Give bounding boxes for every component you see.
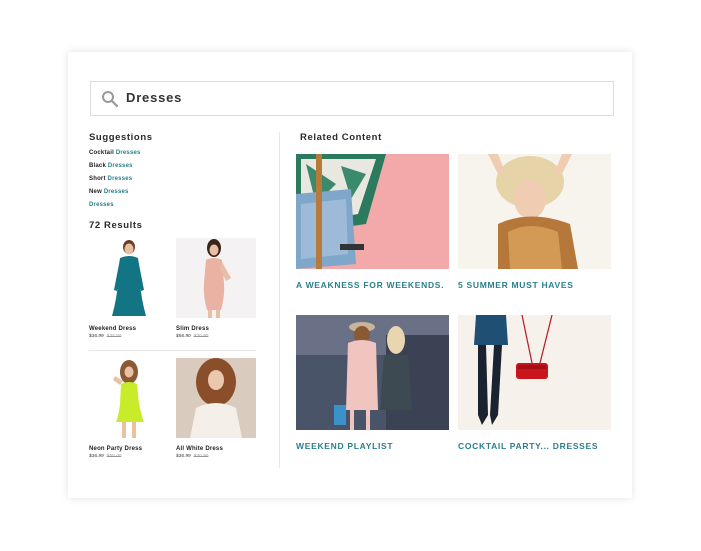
related-tile-caption[interactable]: A WEAKNESS FOR WEEKENDS. [296,280,449,290]
results-count: 72 Results [89,220,143,231]
product-image-all-white-dress[interactable] [176,358,256,438]
related-tile-caption[interactable]: COCKTAIL PARTY... DRESSES [458,441,611,451]
related-content-heading: Related Content [300,132,382,143]
related-tile[interactable]: 5 SUMMER MUST HAVES [458,154,611,290]
product-price: $36.99 $55.00 [89,454,122,459]
product-card[interactable]: All White Dress $36.99 $30.90 [176,358,256,459]
suggestion-item[interactable]: Black Dresses [89,163,133,169]
related-tile-caption[interactable]: 5 SUMMER MUST HAVES [458,280,611,290]
related-tile-image[interactable] [296,154,449,269]
product-price: $56.90 $30.90 [176,334,209,339]
product-price: $36.99 $35.50 [89,334,122,339]
product-name[interactable]: Slim Dress [176,326,256,332]
related-tile-image[interactable] [296,315,449,430]
product-card[interactable]: Weekend Dress $36.99 $35.50 [89,238,169,339]
product-card[interactable]: Neon Party Dress $36.99 $55.00 [89,358,169,459]
related-tile[interactable]: COCKTAIL PARTY... DRESSES [458,315,611,451]
results-divider [89,350,256,351]
product-name[interactable]: Weekend Dress [89,326,169,332]
product-image-weekend-dress[interactable] [89,238,169,318]
related-tile[interactable]: A WEAKNESS FOR WEEKENDS. [296,154,449,290]
search-bar[interactable]: Dresses [90,81,614,116]
product-name[interactable]: Neon Party Dress [89,446,169,452]
related-tile-caption[interactable]: WEEKEND PLAYLIST [296,441,449,451]
suggestion-item[interactable]: Dresses [89,202,114,208]
suggestion-item[interactable]: Cocktail Dresses [89,150,141,156]
search-input[interactable]: Dresses [126,90,182,105]
suggestion-item[interactable]: New Dresses [89,189,129,195]
suggestion-item[interactable]: Short Dresses [89,176,132,182]
related-tile-image[interactable] [458,315,611,430]
search-icon [102,91,119,108]
product-name[interactable]: All White Dress [176,446,256,452]
related-tile-image[interactable] [458,154,611,269]
related-tile[interactable]: WEEKEND PLAYLIST [296,315,449,451]
suggestions-heading: Suggestions [89,132,153,143]
search-results-card: Dresses Suggestions Cocktail Dresses Bla… [68,52,632,498]
product-image-neon-party-dress[interactable] [89,358,169,438]
product-image-slim-dress[interactable] [176,238,256,318]
product-card[interactable]: Slim Dress $56.90 $30.90 [176,238,256,339]
product-price: $36.99 $30.90 [176,454,209,459]
column-divider [279,132,280,468]
